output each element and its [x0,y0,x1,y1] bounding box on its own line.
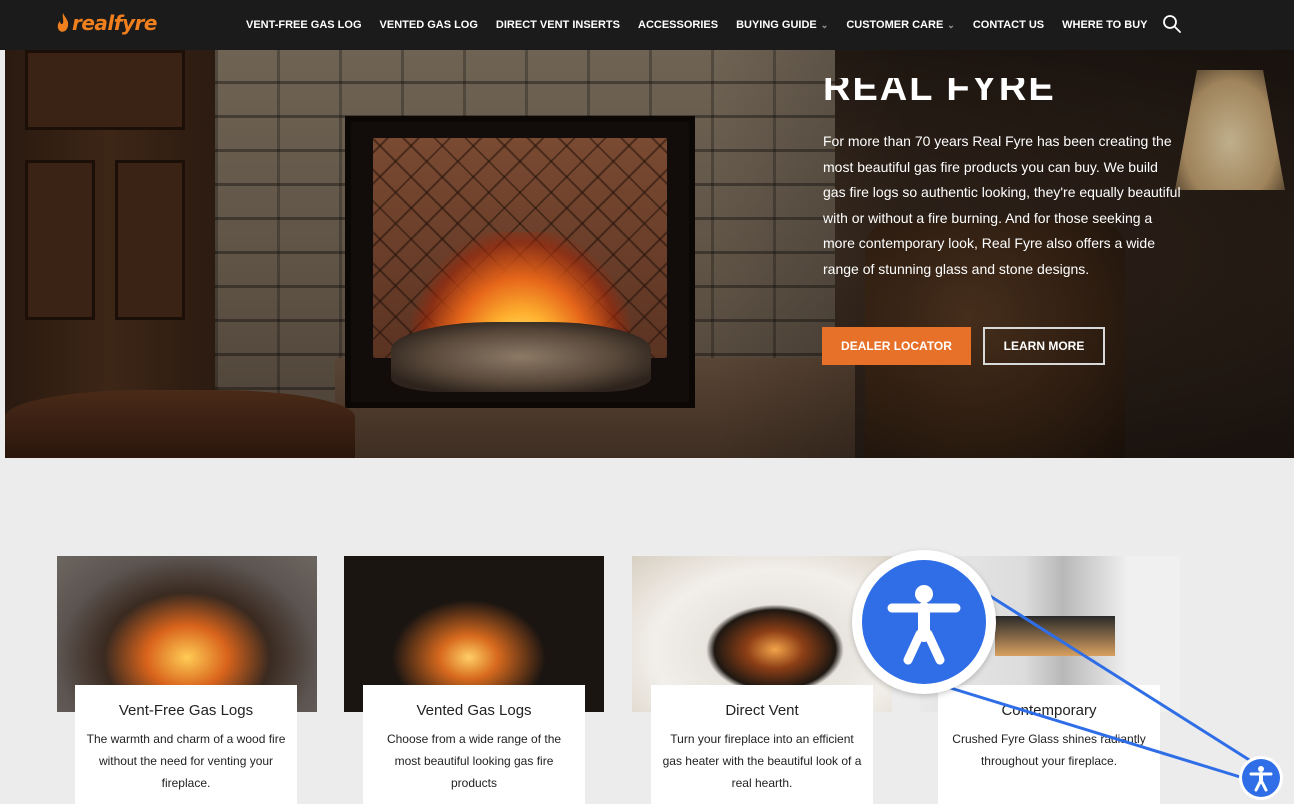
menu-label: ACCESSORIES [638,19,719,31]
card-description: Choose from a wide range of the most bea… [386,732,562,790]
accessibility-person-icon [862,560,986,684]
accessibility-person-icon [1242,759,1280,797]
card-title: Vent-Free Gas Logs [118,702,254,719]
card-description: Turn your fireplace into an efficient ga… [662,732,862,790]
menu-label: VENTED GAS LOG [379,19,478,31]
menu-label: CUSTOMER CARE [846,19,944,31]
main-menu: VENT-FREE GAS LOG VENTED GAS LOG DIRECT … [246,0,1166,50]
menu-label: BUYING GUIDE [736,19,817,31]
menu-customer-care[interactable]: CUSTOMER CARE ⌄ [846,19,955,31]
hero-description: For more than 70 years Real Fyre has bee… [823,133,1181,277]
card-description: Crushed Fyre Glass shines radiantly thro… [952,732,1146,768]
flame-icon [57,13,69,32]
card-title: Direct Vent [725,702,799,719]
dealer-locator-button[interactable]: DEALER LOCATOR [822,327,971,365]
logo-text: realfyre [72,11,157,35]
chevron-down-icon: ⌄ [820,19,829,30]
card-vent-free-gas-logs[interactable]: Vent-Free Gas Logs The warmth and charm … [75,685,297,804]
menu-label: CONTACT US [972,19,1045,31]
card-title: Contemporary [1001,702,1097,719]
card-direct-vent[interactable]: Direct Vent Turn your fireplace into an … [651,685,873,804]
chevron-down-icon: ⌄ [947,19,955,30]
menu-vent-free-gas-log[interactable]: VENT-FREE GAS LOG [246,19,362,31]
card-description: The warmth and charm of a wood fire with… [86,732,286,790]
card-vented-gas-logs[interactable]: Vented Gas Logs Choose from a wide range… [363,685,585,804]
accessibility-person-icon [1249,766,1273,792]
menu-label: VENT-FREE GAS LOG [246,19,362,31]
menu-accessories[interactable]: ACCESSORIES [638,19,718,31]
contemporary-fire-image [995,616,1115,656]
accessibility-button[interactable] [1239,756,1283,800]
menu-contact-us[interactable]: CONTACT US [973,19,1044,31]
card-contemporary[interactable]: Contemporary Crushed Fyre Glass shines r… [938,685,1160,804]
learn-more-button[interactable]: LEARN MORE [983,327,1105,365]
menu-label: DIRECT VENT INSERTS [495,19,620,31]
hero-title: REAL FYRE [823,78,1056,100]
hero-banner: REAL FYRE For more than 70 years Real Fy… [5,50,1294,458]
top-navigation: realfyre VENT-FREE GAS LOG VENTED GAS LO… [0,0,1294,50]
accessibility-person-icon [887,585,961,665]
accessibility-callout-zoom [852,550,996,694]
menu-buying-guide[interactable]: BUYING GUIDE ⌄ [736,19,828,31]
menu-direct-vent-inserts[interactable]: DIRECT VENT INSERTS [496,19,620,31]
search-icon[interactable] [1162,14,1182,34]
realfyre-logo[interactable]: realfyre [56,11,157,35]
menu-where-to-buy[interactable]: WHERE TO BUY [1062,19,1147,31]
menu-vented-gas-log[interactable]: VENTED GAS LOG [380,19,478,31]
menu-label: WHERE TO BUY [1062,19,1148,31]
card-title: Vented Gas Logs [416,702,532,719]
